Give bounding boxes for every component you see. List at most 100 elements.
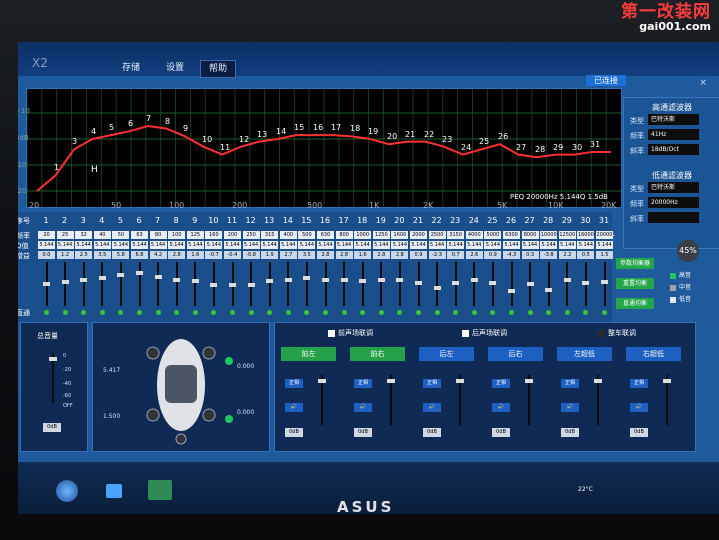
band-freq-cell[interactable]: 63 — [131, 231, 148, 239]
band-q-cell[interactable]: 5.144 — [410, 241, 427, 249]
band-q-cell[interactable]: 5.144 — [317, 241, 334, 249]
band-freq-cell[interactable]: 500 — [298, 231, 316, 239]
master-fader-knob[interactable] — [49, 357, 57, 361]
bypass-indicator[interactable] — [471, 310, 477, 315]
band-label[interactable]: 29 — [553, 143, 563, 152]
band-fader-knob[interactable] — [601, 279, 608, 284]
band-gain-cell[interactable]: 2.8 — [372, 251, 390, 259]
band-q-cell[interactable]: 5.144 — [168, 241, 186, 249]
band-label[interactable]: 4 — [91, 127, 96, 136]
band-q-cell[interactable]: 5.144 — [577, 241, 595, 249]
band-fader[interactable] — [359, 262, 367, 306]
band-fader-knob[interactable] — [98, 276, 106, 281]
speaker-icon[interactable]: 🔊 — [492, 403, 510, 412]
bypass-indicator[interactable] — [546, 310, 552, 315]
lp-freq-input[interactable]: 20000Hz — [648, 197, 699, 208]
band-gain-cell[interactable]: 2.8 — [335, 251, 353, 259]
band-freq-cell[interactable]: 3150 — [447, 231, 465, 239]
band-gain-cell[interactable]: 0.3 — [521, 251, 539, 259]
hp-freq-input[interactable]: 41Hz — [648, 129, 699, 140]
bypass-indicator[interactable] — [81, 310, 87, 315]
phase-button[interactable]: 正相 — [630, 379, 648, 388]
band-fader[interactable] — [526, 262, 534, 306]
band-label[interactable]: 26 — [498, 132, 508, 141]
band-fader-knob[interactable] — [266, 278, 274, 283]
band-fader-knob[interactable] — [359, 279, 367, 284]
band-q-cell[interactable]: 5.144 — [558, 241, 576, 249]
band-fader-knob[interactable] — [43, 282, 50, 286]
band-fader-knob[interactable] — [117, 272, 125, 277]
band-label[interactable]: 11 — [220, 143, 230, 152]
band-q-cell[interactable]: 5.144 — [372, 241, 390, 249]
band-fader-knob[interactable] — [284, 277, 292, 282]
band-fader-knob[interactable] — [154, 275, 162, 280]
channel-fader[interactable] — [387, 375, 395, 425]
channel-fader-knob[interactable] — [594, 379, 602, 383]
band-fader-knob[interactable] — [582, 281, 590, 286]
bypass-indicator[interactable] — [527, 310, 533, 315]
channel-fader[interactable] — [525, 375, 533, 425]
band-freq-cell[interactable]: 250 — [242, 231, 260, 239]
band-fader-knob[interactable] — [210, 283, 218, 288]
band-label[interactable]: 31 — [590, 140, 600, 149]
channel-db[interactable]: 0dB — [285, 428, 303, 437]
speaker-icon[interactable]: 🔊 — [354, 403, 372, 412]
channel-fader-knob[interactable] — [318, 379, 326, 383]
band-freq-cell[interactable]: 8000 — [521, 231, 539, 239]
band-freq-cell[interactable]: 5000 — [484, 231, 502, 239]
band-q-cell[interactable]: 5.144 — [131, 241, 148, 249]
band-fader-knob[interactable] — [80, 278, 88, 282]
band-gain-cell[interactable]: 2.5 — [75, 251, 93, 259]
band-label[interactable]: 30 — [572, 143, 582, 152]
band-fader-knob[interactable] — [229, 282, 236, 287]
band-fader[interactable] — [80, 262, 88, 306]
band-gain-cell[interactable]: 2.8 — [391, 251, 409, 259]
taskbar-app-icon[interactable] — [106, 484, 122, 498]
band-freq-cell[interactable]: 50 — [112, 231, 130, 239]
band-fader[interactable] — [266, 262, 274, 306]
band-fader[interactable] — [508, 262, 515, 306]
master-fader[interactable] — [49, 353, 57, 403]
band-q-cell[interactable]: 5.144 — [149, 241, 167, 249]
bypass-indicator[interactable] — [378, 310, 384, 315]
band-freq-cell[interactable]: 40 — [93, 231, 111, 239]
band-fader[interactable] — [191, 262, 199, 306]
band-gain-cell[interactable]: 2.2 — [558, 251, 576, 259]
band-fader[interactable] — [601, 262, 608, 306]
bypass-indicator[interactable] — [360, 310, 366, 315]
channel-db[interactable]: 0dB — [561, 428, 579, 437]
band-fader-knob[interactable] — [489, 280, 497, 285]
band-freq-cell[interactable]: 125 — [186, 231, 204, 239]
speaker-icon[interactable]: 🔊 — [561, 403, 579, 412]
band-gain-cell[interactable]: 2.8 — [168, 251, 186, 259]
bypass-indicator[interactable] — [62, 310, 68, 315]
band-q-cell[interactable]: 5.144 — [465, 241, 483, 249]
bypass-indicator[interactable] — [434, 310, 440, 315]
menu-help[interactable]: 帮助 — [200, 60, 237, 78]
band-freq-cell[interactable]: 1250 — [372, 231, 390, 239]
band-freq-cell[interactable]: 16000 — [577, 231, 595, 239]
channel-fader-knob[interactable] — [456, 379, 464, 383]
band-gain-cell[interactable]: 1.9 — [261, 251, 279, 259]
channel-button[interactable]: 左超低 — [557, 347, 612, 361]
band-freq-cell[interactable]: 20 — [38, 231, 55, 239]
band-fader-knob[interactable] — [452, 280, 460, 285]
channel-fader-knob[interactable] — [525, 379, 533, 383]
bypass-indicator[interactable] — [323, 310, 328, 315]
bypass-indicator[interactable] — [490, 310, 496, 315]
band-q-cell[interactable]: 5.144 — [93, 241, 111, 249]
band-q-cell[interactable]: 5.144 — [38, 241, 55, 249]
band-fader[interactable] — [98, 262, 106, 306]
highpass-marker[interactable]: H — [91, 165, 98, 175]
bypass-indicator[interactable] — [248, 310, 254, 315]
band-freq-cell[interactable]: 200 — [224, 231, 241, 239]
car-link-checkbox[interactable]: 整车联调 — [598, 328, 636, 338]
band-gain-cell[interactable]: -2.3 — [428, 251, 446, 259]
bypass-eq-button[interactable]: 直通均衡 — [616, 298, 654, 309]
band-fader-knob[interactable] — [563, 278, 571, 283]
band-label[interactable]: 7 — [146, 114, 151, 123]
bypass-indicator[interactable] — [137, 310, 142, 315]
band-label[interactable]: 9 — [183, 124, 188, 133]
band-freq-cell[interactable]: 25 — [56, 231, 74, 239]
channel-button[interactable]: 前左 — [281, 347, 336, 361]
